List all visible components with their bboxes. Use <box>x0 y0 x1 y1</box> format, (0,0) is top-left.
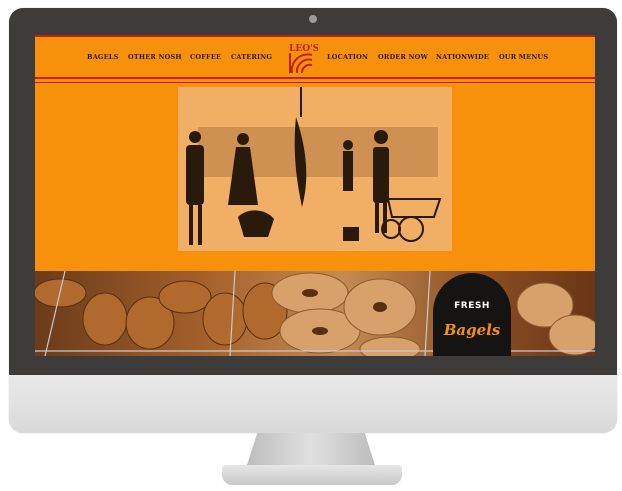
nav-item-order-now[interactable]: ORDER NOW <box>378 53 428 61</box>
vintage-market-illustration <box>178 87 452 251</box>
badge-line-1: FRESH <box>454 301 490 311</box>
badge-line-2: Bagels <box>443 321 501 339</box>
camera-icon <box>309 15 317 23</box>
monitor-stand-neck <box>247 433 375 465</box>
monitor-stand-base <box>222 465 402 485</box>
bagel-photo <box>35 271 595 356</box>
nav-item-coffee[interactable]: COFFEE <box>190 53 221 61</box>
nav-item-bagels[interactable]: BAGELS <box>87 53 119 61</box>
nav-item-location[interactable]: LOCATION <box>327 53 368 61</box>
monitor-chin <box>9 375 617 433</box>
nav-item-nationwide[interactable]: NATIONWIDE <box>436 53 489 61</box>
nav-underline <box>35 82 595 83</box>
fresh-bagels-badge: FRESH Bagels <box>433 273 511 356</box>
nav-item-other-nosh[interactable]: OTHER NOSH <box>128 53 182 61</box>
website-screen: BAGELS OTHER NOSH COFFEE CATERING LEO'S … <box>35 35 595 356</box>
leos-logo[interactable]: LEO'S <box>286 41 318 75</box>
monitor: BAGELS OTHER NOSH COFFEE CATERING LEO'S … <box>9 8 617 433</box>
nav-item-catering[interactable]: CATERING <box>231 53 272 61</box>
top-navigation: BAGELS OTHER NOSH COFFEE CATERING LEO'S … <box>35 35 595 83</box>
bagel-photo-banner <box>35 271 595 356</box>
monitor-bezel: BAGELS OTHER NOSH COFFEE CATERING LEO'S … <box>9 8 617 375</box>
logo-text: LEO'S <box>289 44 318 54</box>
nav-item-our-menus[interactable]: OUR MENUS <box>499 53 548 61</box>
